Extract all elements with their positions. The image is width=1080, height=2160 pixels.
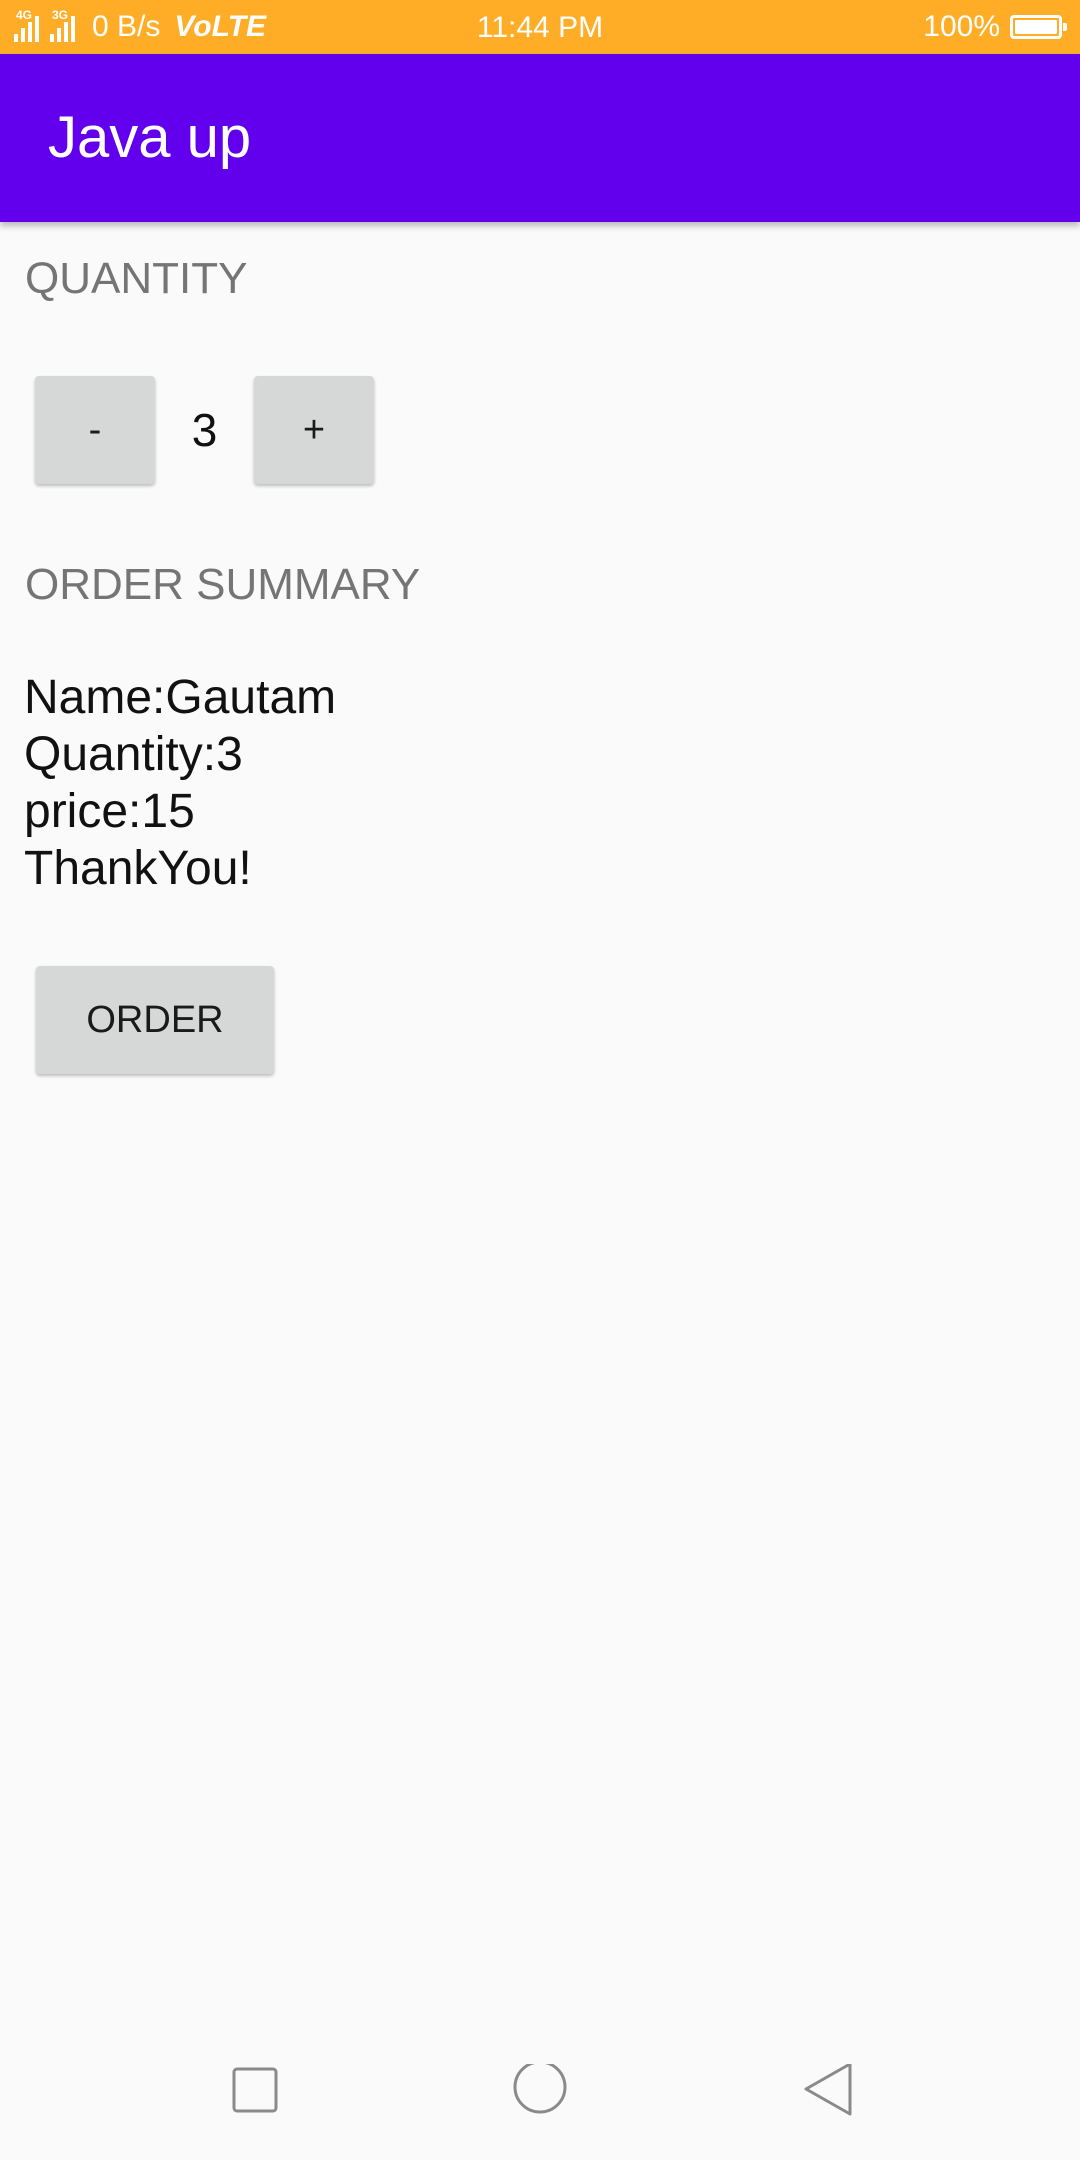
- quantity-value: 3: [191, 404, 218, 456]
- summary-quantity: Quantity:3: [24, 728, 243, 781]
- increment-button[interactable]: +: [254, 376, 374, 484]
- order-summary-header: ORDER SUMMARY: [25, 560, 421, 609]
- order-button[interactable]: ORDER: [36, 966, 274, 1074]
- summary-name: Name:Gautam: [24, 671, 337, 724]
- summary-price: price:15: [24, 785, 195, 838]
- back-triangle-icon[interactable]: [800, 2064, 860, 2124]
- recents-square-icon[interactable]: [230, 2064, 282, 2116]
- battery-percent: 100%: [923, 10, 1000, 43]
- app-bar: Java up: [0, 54, 1080, 222]
- battery-icon: [1010, 15, 1067, 39]
- status-right: 100%: [923, 0, 1067, 54]
- decrement-button[interactable]: -: [35, 376, 155, 484]
- status-time: 11:44 PM: [476, 11, 604, 44]
- quantity-header: QUANTITY: [25, 254, 248, 303]
- app-title: Java up: [48, 105, 252, 170]
- home-circle-icon[interactable]: [510, 2064, 570, 2124]
- status-bar: 4G 3G 0 B/s VoLTE 11:44 PM 100%: [0, 0, 1080, 54]
- summary-thanks: ThankYou!: [24, 842, 252, 895]
